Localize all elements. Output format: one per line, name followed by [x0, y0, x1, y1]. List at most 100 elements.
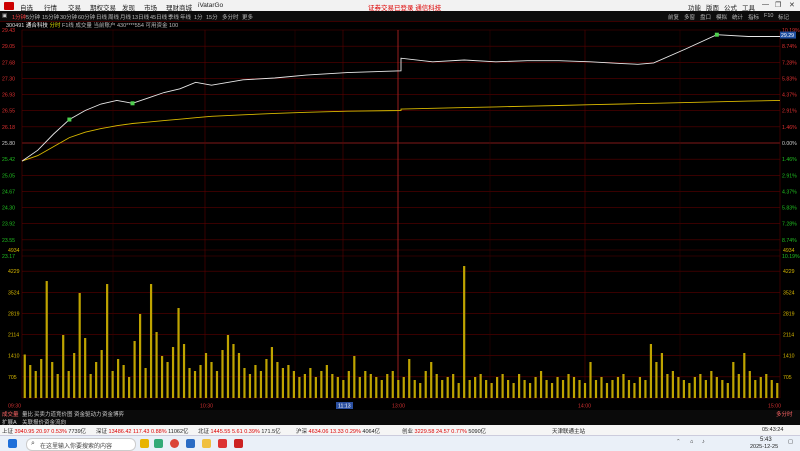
volume-bar [611, 380, 614, 398]
tab-volume-ratio[interactable]: 量比 [22, 410, 33, 418]
volume-bar [188, 368, 191, 398]
sparkle-icon[interactable] [140, 439, 149, 448]
volume-bar [501, 374, 504, 398]
minimize-button[interactable]: — [762, 1, 769, 8]
tab-buy-sell-force[interactable]: 买卖力道 [34, 410, 56, 418]
percent-tick-label: 4.37% [782, 189, 797, 195]
index-hs[interactable]: 沪深 4634.06 13.33 0.29% 4064亿 [296, 427, 380, 435]
volume-bar [759, 377, 762, 398]
volume-bar [144, 368, 147, 398]
index-cyb[interactable]: 创业 3229.58 24.57 0.77% 5090亿 [402, 427, 486, 435]
volume-bar [292, 371, 295, 398]
tab-volume[interactable]: 成交量 [2, 410, 19, 418]
volume-bar [325, 365, 328, 398]
volume-bar [248, 374, 252, 398]
volume-bar [633, 383, 636, 398]
volume-bar [699, 374, 702, 398]
volume-bar [770, 380, 773, 398]
volume-bar [397, 380, 400, 398]
volume-bar [463, 266, 466, 398]
volume-bar [479, 374, 482, 398]
volume-tick-label: 2819 [8, 311, 20, 317]
volume-bar [73, 353, 76, 398]
volume-bar [133, 341, 136, 398]
clock-time[interactable]: 5:43 [760, 437, 772, 443]
volume-bar [100, 350, 103, 398]
volume-bar [254, 365, 257, 398]
volume-bar [276, 362, 279, 398]
percent-axis-right: 10.19% 8.74% 7.28% 5.83% 4.37% 2.91% 1.46% 0.00… [780, 28, 800, 260]
taskview-icon[interactable] [154, 439, 163, 448]
time-tick-label: 13:00 [392, 404, 405, 410]
volume-tick-label: 1410 [8, 354, 20, 360]
tab-auction[interactable]: 竞价图 [56, 410, 73, 418]
volume-bar [287, 365, 290, 398]
volume-bar [430, 362, 433, 398]
multi-timeshare-label[interactable]: 多分时 [776, 410, 793, 418]
volume-bar [347, 371, 350, 398]
volume-bar [122, 365, 125, 398]
stock-name: 通合科技 [25, 23, 48, 29]
search-placeholder: 在这里输入你要搜索的内容 [40, 444, 113, 450]
percent-tick-label: 4.37% [782, 93, 797, 99]
price-tick-label: 25.05 [2, 173, 15, 179]
volume-bar [523, 380, 526, 398]
volume-bar [391, 371, 394, 398]
tab-fund-drive[interactable]: 资金驱动力 [74, 410, 102, 418]
volume-bar [34, 371, 37, 398]
close-button[interactable]: ✕ [789, 1, 795, 9]
index-bj[interactable]: 北证 1445.55 5.61 0.39% 171.5亿 [198, 427, 281, 435]
time-tick-label: 14:00 [578, 404, 591, 410]
volume-bar [281, 368, 285, 398]
volume-bar [507, 380, 510, 398]
price-tick-label: 23.55 [2, 238, 15, 244]
clock-date[interactable]: 2025-12-25 [750, 444, 778, 450]
percent-tick-label: 7.28% [782, 60, 797, 66]
volume-tick-label-right: 1410 [783, 354, 795, 360]
volume-bar [671, 371, 674, 398]
bottom-tab-bar: 成交量 量比 买卖力道 竞价图 资金驱动力 资金博弈 扩展A 关联报价 资金流向… [0, 410, 800, 426]
folder-icon[interactable] [202, 439, 211, 448]
tab-fund-game[interactable]: 资金博弈 [102, 410, 124, 418]
intraday-chart[interactable]: 29.4329.0527.6827.3026.9326.5526.1825.80… [0, 20, 800, 410]
network-icon[interactable]: ⌂ [690, 439, 693, 445]
volume-bar [117, 359, 120, 398]
notification-icon[interactable]: ▢ [788, 439, 793, 445]
index-sh[interactable]: 上证 3940.95 20.97 0.53% 7739亿 [2, 427, 86, 435]
taskbar: ⌕ 在这里输入你要搜索的内容 ⌃ ⌂ ♪ 5:43 2025-12-25 ▢ [0, 435, 800, 451]
volume-icon[interactable]: ♪ [702, 439, 705, 445]
windows-start-icon[interactable] [8, 439, 17, 448]
volume-bar [221, 350, 224, 398]
trading-app-icon[interactable] [234, 439, 243, 448]
maximize-button[interactable]: ❐ [775, 1, 781, 9]
volume-bar [600, 377, 603, 398]
volume-bar [84, 338, 87, 398]
volume-bar [457, 383, 460, 398]
volume-bar [320, 371, 323, 398]
volume-bar [89, 374, 92, 398]
menu-item-ivatar[interactable]: iVatarGo [198, 2, 223, 9]
volume-bar [732, 362, 735, 398]
volume-tick-label: 4934 [8, 248, 20, 254]
volume-bar [237, 353, 241, 398]
volume-bar [660, 353, 664, 398]
volume-bar [512, 383, 515, 398]
volume-bar [622, 374, 625, 398]
volume-bar [408, 359, 411, 398]
time-tick-label: 09:30 [8, 404, 21, 410]
price-tick-label: 23.17 [2, 254, 15, 260]
tray-expand-icon[interactable]: ⌃ [676, 439, 681, 445]
volume-bar [95, 362, 98, 398]
volume-bar [155, 332, 158, 398]
volume-bar [776, 383, 779, 398]
square-icon: ▣ [2, 12, 8, 19]
volume-bar [765, 374, 768, 398]
volume-bar [627, 380, 631, 398]
app-icon-red[interactable] [218, 439, 227, 448]
chrome-icon[interactable] [170, 439, 179, 448]
volume-bar [534, 377, 537, 398]
edge-icon[interactable] [186, 439, 195, 448]
btn-f10[interactable]: F10 [764, 13, 773, 19]
index-sz[interactable]: 深证 13486.42 117.43 0.88% 11062亿 [96, 427, 189, 435]
taskbar-search[interactable]: ⌕ 在这里输入你要搜索的内容 [26, 438, 136, 451]
